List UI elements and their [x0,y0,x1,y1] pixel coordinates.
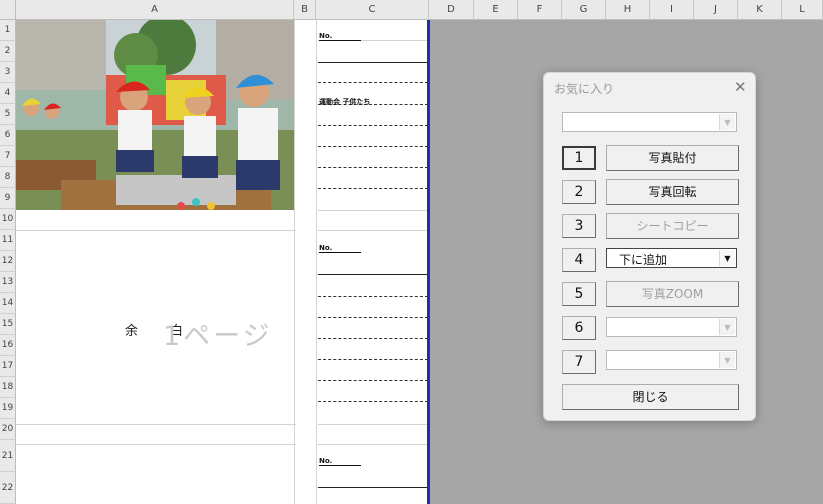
row-header-3[interactable]: 3 [0,62,16,83]
rotate-photo-button[interactable]: 写真回転 [606,179,739,205]
row-header-8[interactable]: 8 [0,167,16,188]
cell-line [318,444,428,445]
slot-6-select[interactable]: ▼ [606,317,737,337]
column-header-j[interactable]: J [694,0,738,20]
photo-zoom-button[interactable]: 写真ZOOM [606,281,739,307]
column-header-l[interactable]: L [782,0,823,20]
number-underline [319,40,361,41]
row-header-6[interactable]: 6 [0,125,16,146]
favorites-select[interactable]: ▼ [562,112,737,132]
row-header-18[interactable]: 18 [0,377,16,398]
column-header-h[interactable]: H [606,0,650,20]
column-header-i[interactable]: I [650,0,694,20]
cell-line [318,424,428,425]
column-header-f[interactable]: F [518,0,562,20]
cell-line [318,125,428,126]
cell-line [318,82,428,83]
cell-line [318,274,428,275]
page-watermark: 1ページ [163,321,273,352]
slot-4-select[interactable]: 下に追加 ▼ [606,248,737,268]
row-header-19[interactable]: 19 [0,398,16,419]
cell-line [318,296,428,297]
paste-photo-button[interactable]: 写真貼付 [606,145,739,171]
row-header-22[interactable]: 22 [0,472,16,504]
cell-line [318,380,428,381]
cell-line [318,230,428,231]
cell-line [318,359,428,360]
column-header-g[interactable]: G [562,0,606,20]
cell-line [318,146,428,147]
slot-1-button[interactable]: 1 [562,146,596,170]
cell-line [318,487,428,488]
column-divider [294,20,295,504]
row-header-1[interactable]: 1 [0,20,16,41]
row-divider [16,444,296,445]
row-divider [16,230,296,231]
cell-c1-number: No. [319,32,333,40]
slot-4-button[interactable]: 4 [562,248,596,272]
slot-7-button[interactable]: 7 [562,350,596,374]
select-all-corner[interactable] [0,0,16,20]
column-header-c[interactable]: C [316,0,429,20]
slot-4-select-value: 下に追加 [619,253,668,267]
cell-line [318,401,428,402]
cell-c4-title: 運動会 子供たち [319,98,371,106]
cell-c21-number: No. [319,457,333,465]
slot-6-button[interactable]: 6 [562,316,596,340]
row-header-17[interactable]: 17 [0,356,16,377]
copy-sheet-button[interactable]: シートコピー [606,213,739,239]
chevron-down-icon[interactable]: ▼ [719,250,735,266]
column-header-e[interactable]: E [474,0,518,20]
chevron-down-icon[interactable]: ▼ [719,114,735,130]
photo-image [16,20,294,210]
slot-7-select[interactable]: ▼ [606,350,737,370]
blank-label-yo: 余 [125,324,139,339]
row-header-14[interactable]: 14 [0,293,16,314]
row-header-20[interactable]: 20 [0,419,16,440]
cell-line [318,62,428,63]
cell-line [318,167,428,168]
column-header-k[interactable]: K [738,0,782,20]
column-header-a[interactable]: A [16,0,294,20]
row-header-21[interactable]: 21 [0,440,16,472]
column-divider [316,20,317,504]
number-underline [319,252,361,253]
row-header-15[interactable]: 15 [0,314,16,335]
page-break-border [427,20,430,504]
row-header-16[interactable]: 16 [0,335,16,356]
close-button[interactable]: 閉じる [562,384,739,410]
row-header-13[interactable]: 13 [0,272,16,293]
column-header-b[interactable]: B [294,0,316,20]
row-header-2[interactable]: 2 [0,41,16,62]
row-header-11[interactable]: 11 [0,230,16,251]
slot-5-button[interactable]: 5 [562,282,596,306]
chevron-down-icon[interactable]: ▼ [719,319,735,335]
cell-line [318,188,428,189]
number-underline [319,465,361,466]
row-header-12[interactable]: 12 [0,251,16,272]
row-header-9[interactable]: 9 [0,188,16,209]
cell-c11-number: No. [319,244,333,252]
slot-2-button[interactable]: 2 [562,180,596,204]
cell-line [318,338,428,339]
dialog-title: お気に入り [554,82,615,96]
row-divider [16,424,296,425]
chevron-down-icon[interactable]: ▼ [719,352,735,368]
row-header-7[interactable]: 7 [0,146,16,167]
column-header-d[interactable]: D [429,0,474,20]
row-header-10[interactable]: 10 [0,209,16,230]
row-header-4[interactable]: 4 [0,83,16,104]
favorites-dialog: お気に入り ✕ ▼ 1 写真貼付 2 写真回転 3 シートコピー 4 下に追加 … [543,72,756,421]
slot-3-button[interactable]: 3 [562,214,596,238]
cell-line [318,210,428,211]
cell-line [318,317,428,318]
row-header-5[interactable]: 5 [0,104,16,125]
close-icon[interactable]: ✕ [734,78,747,96]
inserted-photo[interactable] [16,20,294,210]
